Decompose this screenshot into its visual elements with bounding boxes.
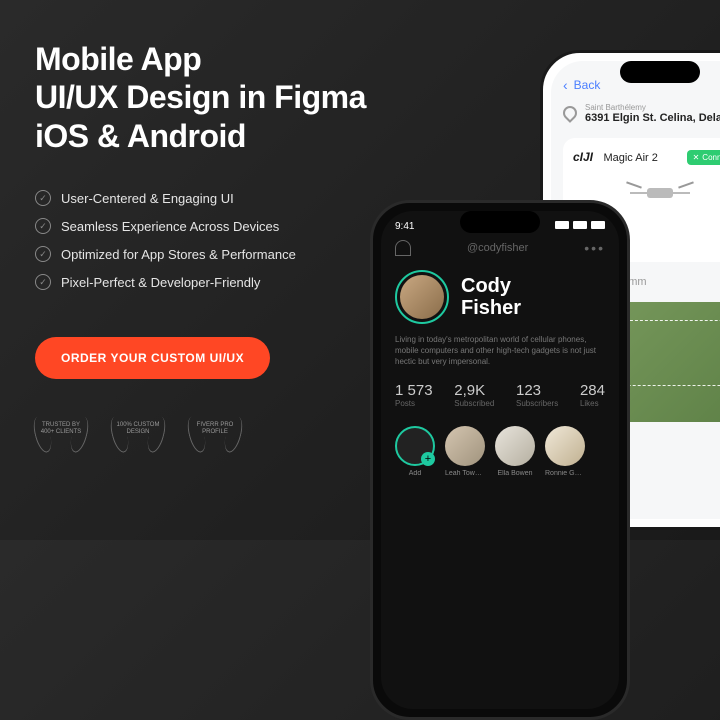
stat-subscribed[interactable]: 2,9KSubscribed [454, 382, 494, 408]
feature-item: Optimized for App Stores & Performance [35, 246, 375, 262]
story-item[interactable]: Leah Town… [445, 426, 485, 477]
feature-item: Seamless Experience Across Devices [35, 218, 375, 234]
plus-icon [395, 426, 435, 466]
location-row[interactable]: Saint Barthélemy 6391 Elgin St. Celina, … [563, 103, 720, 124]
feature-item: Pixel-Perfect & Developer-Friendly [35, 274, 375, 290]
story-add[interactable]: Add [395, 426, 435, 477]
order-cta-button[interactable]: ORDER YOUR CUSTOM UI/UX [35, 337, 270, 379]
headline: Mobile App UI/UX Design in Figma iOS & A… [35, 40, 375, 155]
bell-icon[interactable] [395, 240, 411, 256]
badge-item: FIVERR PRO PROFILE [189, 414, 241, 454]
more-icon[interactable]: ••• [584, 240, 605, 256]
check-icon [35, 274, 51, 290]
profile-header: Cody Fisher [395, 270, 605, 324]
story-item[interactable]: Ronnie Goo… [545, 426, 585, 477]
story-item[interactable]: Ella Bowen [495, 426, 535, 477]
check-icon [35, 246, 51, 262]
trust-badges: TRUSTED BY 400+ CLIENTS 100% CUSTOM DESI… [35, 414, 375, 454]
feature-list: User-Centered & Engaging UI Seamless Exp… [35, 190, 375, 290]
badge-item: 100% CUSTOM DESIGN [112, 414, 164, 454]
phone-mockup-dark: 9:41 @codyfisher ••• Cody Fisher Living … [370, 200, 630, 720]
device-model: Magic Air 2 [603, 152, 657, 164]
avatar[interactable] [395, 270, 449, 324]
connection-status-badge: ✕ Connected [687, 150, 720, 165]
profile-name: Cody Fisher [461, 275, 521, 319]
location-main: 6391 Elgin St. Celina, Delaware 1 [585, 112, 720, 124]
stat-posts[interactable]: 1 573Posts [395, 382, 433, 408]
stats-row: 1 573Posts 2,9KSubscribed 123Subscribers… [395, 382, 605, 408]
check-icon: ✕ [693, 153, 700, 162]
profile-bio: Living in today's metropolitan world of … [395, 334, 605, 368]
status-time: 9:41 [395, 221, 414, 232]
feature-item: User-Centered & Engaging UI [35, 190, 375, 206]
device-brand: cIJI [573, 150, 593, 164]
drone-image [630, 174, 690, 206]
stat-subscribers[interactable]: 123Subscribers [516, 382, 558, 408]
stories-row: Add Leah Town… Ella Bowen Ronnie Goo… [395, 426, 605, 477]
location-sub: Saint Barthélemy [585, 103, 720, 112]
pin-icon [560, 103, 580, 123]
check-icon [35, 218, 51, 234]
status-icons [555, 221, 605, 232]
check-icon [35, 190, 51, 206]
user-handle: @codyfisher [467, 242, 528, 254]
stat-likes[interactable]: 284Likes [580, 382, 605, 408]
badge-item: TRUSTED BY 400+ CLIENTS [35, 414, 87, 454]
chevron-left-icon: ‹ [563, 77, 568, 93]
